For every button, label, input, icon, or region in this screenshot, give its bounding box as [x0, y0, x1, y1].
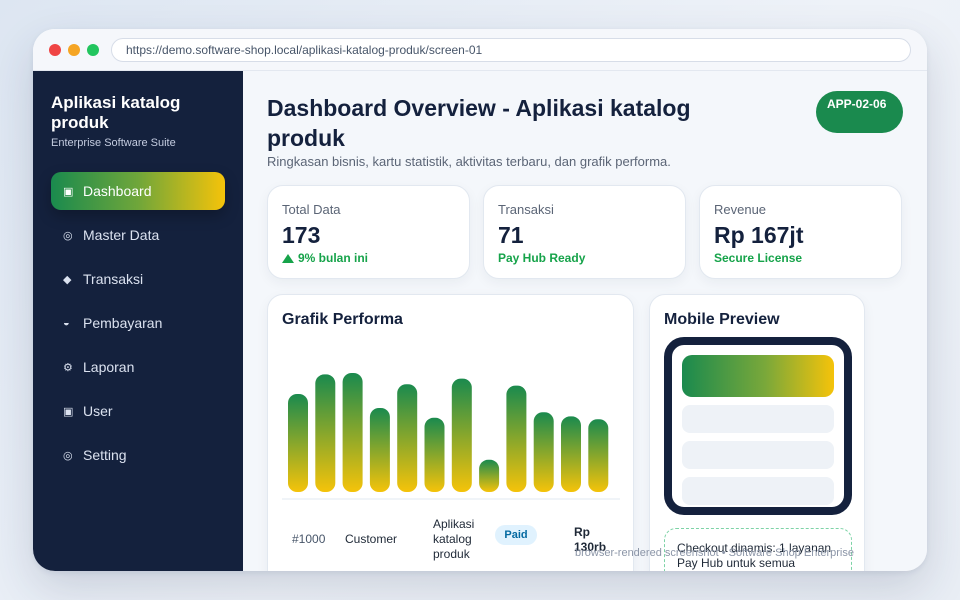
footer-caption: browser-rendered screenshot • Software S…	[575, 547, 854, 559]
sidebar-item-laporan[interactable]: ⚙ Laporan	[51, 348, 225, 386]
brand-subtitle: Enterprise Software Suite	[51, 137, 176, 149]
target-icon: ◎	[63, 229, 73, 242]
stat-value: 173	[282, 222, 321, 248]
chart-title: Grafik Performa	[282, 311, 403, 328]
stat-label: Transaksi	[498, 202, 554, 217]
phone-header-bar	[682, 355, 834, 397]
sidebar-item-label: Master Data	[83, 227, 160, 243]
chart-bar	[315, 374, 336, 492]
sidebar-item-label: Pembayaran	[83, 315, 163, 331]
chart-bar	[506, 385, 527, 492]
mobile-preview-card: Mobile Preview Checkout dinamis: 1 layan…	[649, 294, 865, 571]
mobile-preview-title: Mobile Preview	[664, 311, 780, 328]
chart-bar	[561, 416, 581, 492]
sidebar-item-master-data[interactable]: ◎ Master Data	[51, 216, 225, 254]
chart-bar	[533, 412, 554, 492]
minimize-window-button[interactable]	[68, 44, 80, 56]
stat-card-total-data: Total Data 173 9% bulan ini	[267, 185, 470, 279]
chart-bar	[369, 408, 390, 492]
sidebar-item-dashboard[interactable]: ▣ Dashboard	[51, 172, 225, 210]
page-subtitle: Ringkasan bisnis, kartu statistik, aktiv…	[267, 154, 671, 169]
chart-bar	[424, 417, 445, 492]
address-bar[interactable]: https://demo.software-shop.local/aplikas…	[111, 38, 911, 62]
sidebar-item-label: Dashboard	[83, 183, 152, 199]
page-title: Dashboard Overview - Aplikasi katalog pr…	[267, 95, 691, 151]
stat-label: Revenue	[714, 202, 767, 217]
sidebar-item-label: User	[83, 403, 113, 419]
up-triangle-icon	[282, 254, 294, 263]
row-customer: Customer	[345, 532, 398, 546]
sidebar-item-label: Laporan	[83, 359, 135, 375]
diamond-icon: ◆	[63, 273, 72, 286]
stat-value: 71	[498, 222, 524, 248]
chart-bar	[397, 384, 418, 492]
browser-window: https://demo.software-shop.local/aplikas…	[33, 29, 927, 571]
gear-icon: ⚙	[63, 361, 73, 374]
chart-bar	[288, 394, 308, 492]
performance-chart-card: Grafik Performa #1000 Customer Aplikasi …	[267, 294, 634, 571]
stat-label: Total Data	[282, 202, 341, 217]
sidebar-item-label: Setting	[83, 447, 127, 463]
brand-title: Aplikasi katalog produk	[51, 93, 181, 132]
performance-bar-chart	[282, 373, 620, 500]
stat-note: 9% bulan ini	[282, 251, 368, 265]
row-id: #1000	[292, 532, 326, 546]
phone-list-item	[682, 405, 834, 433]
chart-bar	[479, 459, 500, 492]
row-product: Aplikasi katalog produk	[433, 517, 475, 561]
stat-note-text: 9% bulan ini	[298, 251, 369, 265]
maximize-window-button[interactable]	[87, 44, 99, 56]
square-icon: ▣	[63, 405, 74, 418]
target-icon: ◎	[63, 449, 73, 462]
chart-bar	[342, 373, 363, 492]
sidebar-nav: ▣ Dashboard ◎ Master Data ◆ Transaksi ◒ …	[51, 172, 225, 480]
phone-mockup	[664, 337, 852, 515]
sidebar: Aplikasi katalog produk Enterprise Softw…	[33, 71, 243, 571]
browser-toolbar: https://demo.software-shop.local/aplikas…	[33, 29, 927, 71]
stat-card-transaksi: Transaksi 71 Pay Hub Ready	[483, 185, 686, 279]
main-content: Dashboard Overview - Aplikasi katalog pr…	[243, 71, 927, 571]
phone-list-item	[682, 441, 834, 469]
sidebar-item-transaksi[interactable]: ◆ Transaksi	[51, 260, 225, 298]
app-badge: APP-02-06	[816, 91, 903, 133]
square-icon: ▣	[63, 185, 74, 198]
chart-bar	[451, 378, 472, 492]
stat-card-revenue: Revenue Rp 167jt Secure License	[699, 185, 902, 279]
sidebar-item-label: Transaksi	[83, 271, 144, 287]
phone-list-item	[682, 477, 834, 505]
stat-note: Secure License	[714, 251, 803, 265]
chart-bar	[588, 419, 609, 492]
half-circle-icon: ◒	[63, 317, 70, 329]
sidebar-item-user[interactable]: ▣ User	[51, 392, 225, 430]
status-badge: Paid	[495, 525, 537, 545]
stat-value: Rp 167jt	[714, 222, 804, 248]
sidebar-item-setting[interactable]: ◎ Setting	[51, 436, 225, 474]
sidebar-item-pembayaran[interactable]: ◒ Pembayaran	[51, 304, 225, 342]
close-window-button[interactable]	[49, 44, 61, 56]
stat-note: Pay Hub Ready	[498, 251, 586, 265]
